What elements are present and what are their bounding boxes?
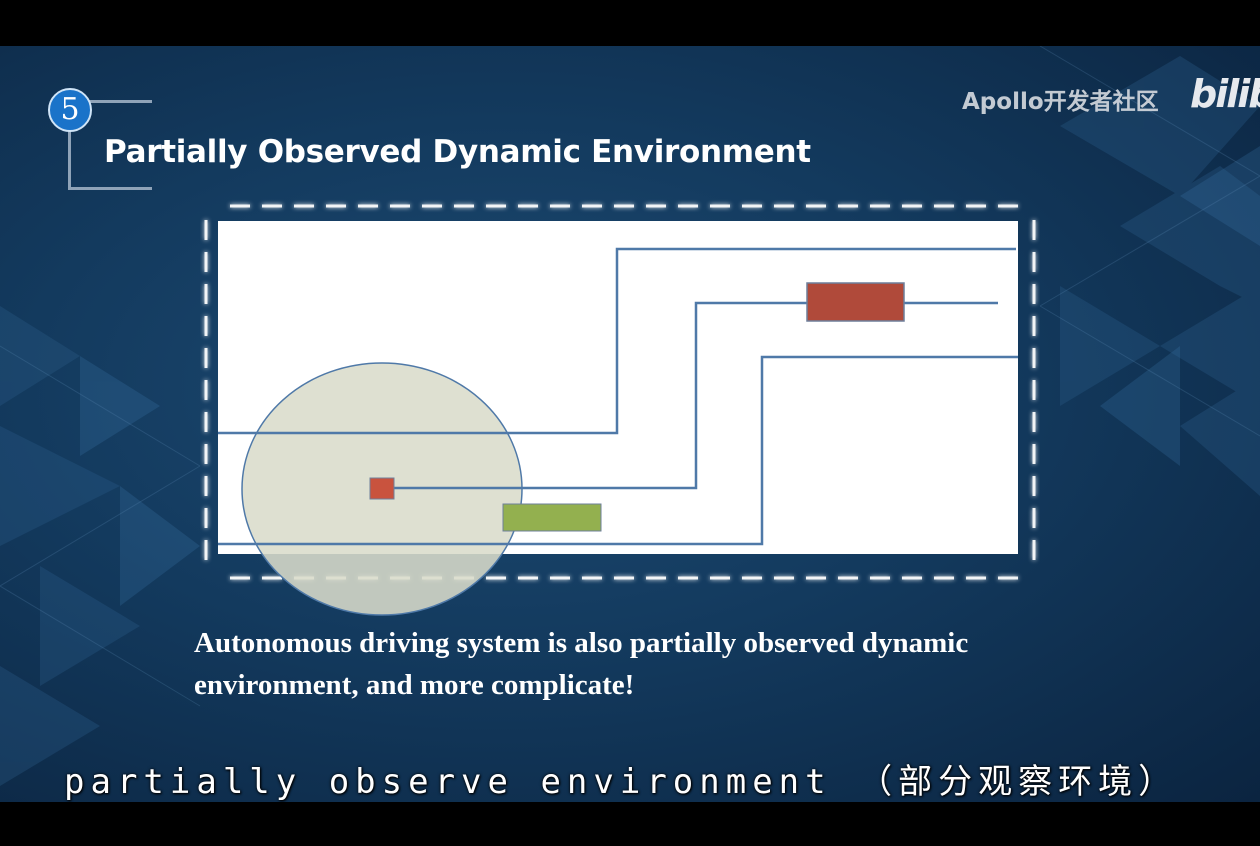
obstacle-red-vehicle: [806, 282, 905, 322]
slide-number-badge: 5: [48, 88, 92, 132]
slide: 5 Partially Observed Dynamic Environment…: [0, 46, 1260, 802]
slide-title: Partially Observed Dynamic Environment: [104, 134, 811, 170]
letterbox-top: [0, 0, 1260, 46]
letterbox-bottom: [0, 802, 1260, 846]
environment-diagram: [204, 204, 1036, 616]
video-subtitle: partially observe environment （部分观察环境）: [64, 762, 1179, 802]
channel-watermark: Apollo开发者社区: [962, 89, 1159, 115]
slide-caption: Autonomous driving system is also partia…: [194, 627, 969, 701]
bilibili-logo: bilib: [1190, 72, 1260, 116]
obstacle-green-vehicle: [502, 503, 602, 532]
ego-vehicle: [369, 477, 395, 500]
